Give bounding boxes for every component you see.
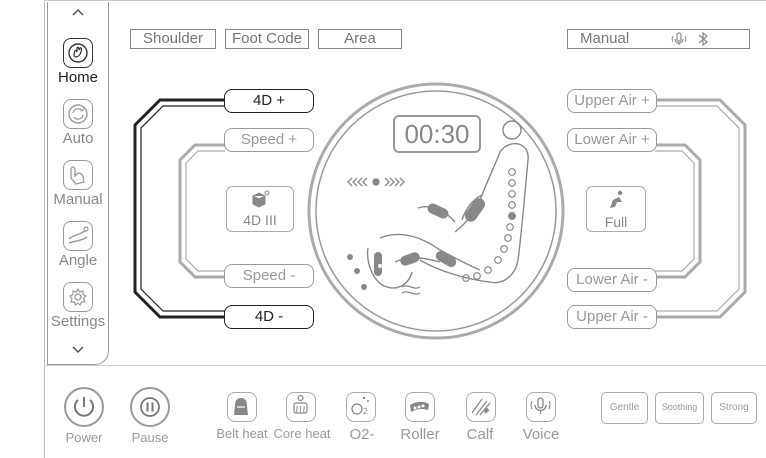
chevron-up-icon[interactable] [48,6,108,20]
core-heat-icon [293,394,308,414]
sidebar-item-manual[interactable]: Manual [48,160,108,208]
sidebar: Home Auto Manual Angle Settings [47,2,109,365]
sidebar-item-label: Angle [58,252,98,269]
timer-display: 00:30 [393,115,481,153]
gear-icon [63,282,93,312]
4d-mode-label: 4D III [243,212,277,228]
belt-heat-label: Belt heat [216,426,268,441]
4d-minus-button[interactable]: 4D - [224,305,314,329]
sidebar-item-angle[interactable]: Angle [48,221,108,269]
upper-air-plus-button[interactable]: Upper Air + [567,89,657,113]
power-button[interactable] [64,387,104,427]
soothing-button[interactable]: Soothing [655,392,704,424]
mode-status-bar: Manual [567,29,750,49]
sidebar-item-label: Auto [62,130,94,147]
mode-label: Manual [580,30,630,47]
sidebar-item-label: Settings [50,313,106,330]
speed-plus-button[interactable]: Speed + [224,128,314,152]
oxygen-button[interactable]: 2 [346,392,376,422]
air-mode-label: Full [604,214,628,230]
foot-code-button[interactable]: Foot Code [225,29,309,49]
voice-label: Voice [522,426,560,443]
upper-air-minus-button[interactable]: Upper Air - [567,305,657,329]
oxygen-icon: 2 [351,396,369,416]
belt-heat-icon [234,398,248,415]
lower-air-minus-button[interactable]: Lower Air - [567,268,657,292]
speed-minus-button[interactable]: Speed - [224,264,314,288]
hand-pointer-icon [63,160,93,190]
core-heat-button[interactable] [286,392,316,422]
area-button[interactable]: Area [318,29,402,49]
microphone-icon [671,31,687,52]
lower-air-plus-button[interactable]: Lower Air + [567,128,657,152]
svg-text:2: 2 [363,407,368,416]
chevron-down-icon[interactable] [48,344,108,358]
pause-icon [140,397,160,417]
recline-angle-icon [63,221,93,251]
belt-heat-button[interactable] [227,392,257,422]
sidebar-item-label: Manual [53,191,103,208]
gentle-button[interactable]: Gentle [601,392,648,424]
roller-label: Roller [400,426,440,443]
auto-cycle-icon [63,99,93,129]
voice-button[interactable] [526,392,556,422]
strong-button[interactable]: Strong [711,392,757,424]
hand-massage-icon [63,38,93,68]
4d-mode-button[interactable]: 4D III [226,186,294,232]
oxygen-label: O2- [349,426,375,443]
recline-person-icon [587,190,645,215]
roller-icon [410,401,429,412]
voice-icon [530,397,551,414]
core-heat-label: Core heat [273,426,331,441]
power-label: Power [65,430,103,445]
sidebar-item-settings[interactable]: Settings [48,282,108,330]
calf-label: Calf [466,426,494,443]
air-mode-button[interactable]: Full [586,186,646,232]
sidebar-item-label: Home [57,69,98,86]
sidebar-item-home[interactable]: Home [48,38,108,86]
calf-icon [471,398,491,416]
power-icon [74,397,94,417]
sidebar-item-auto[interactable]: Auto [48,99,108,147]
pause-button[interactable] [130,387,170,427]
4d-cube-icon [227,190,293,213]
4d-plus-button[interactable]: 4D + [224,89,314,113]
roller-button[interactable] [405,392,435,422]
calf-button[interactable] [466,392,496,422]
shoulder-button[interactable]: Shoulder [130,29,216,49]
pause-label: Pause [131,430,169,445]
bluetooth-icon [696,31,710,52]
